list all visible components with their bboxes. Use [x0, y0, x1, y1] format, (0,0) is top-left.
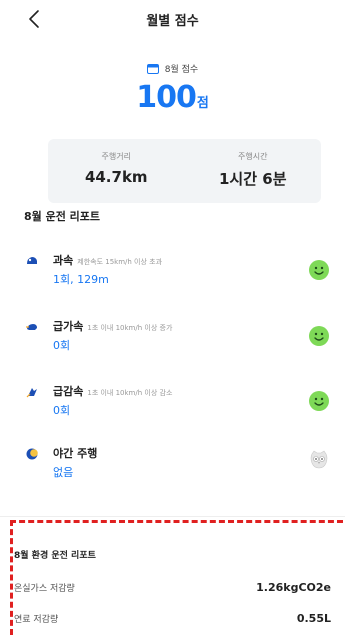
- report-item-night-driving[interactable]: 야간 주행 없음: [24, 445, 334, 505]
- deceleration-icon: [26, 388, 37, 398]
- distance-value: 44.7km: [84, 168, 148, 186]
- score-period-row: 8월 점수: [0, 62, 345, 75]
- distance-stat: 주행거리 44.7km: [48, 139, 185, 203]
- fuel-reduction-value: 0.55L: [296, 612, 331, 625]
- report-item-rapid-deceleration[interactable]: 급감속 1초 이내 10km/h 이상 감소 0회: [24, 383, 334, 443]
- ghg-reduction-value: 1.26kgCO2e: [256, 581, 331, 594]
- ghg-reduction-label: 온실가스 저감량: [14, 584, 75, 594]
- environment-row-ghg: 온실가스 저감량 1.26kgCO2e: [14, 581, 331, 594]
- item-description: 1초 이내 10km/h 이상 감소: [87, 389, 173, 397]
- item-description: 제한속도 15km/h 이상 초과: [77, 258, 163, 266]
- item-value: 0회: [53, 404, 71, 417]
- item-title: 야간 주행: [53, 447, 98, 460]
- item-title: 과속: [53, 254, 74, 267]
- acceleration-icon: [26, 324, 37, 330]
- moon-icon: [26, 448, 38, 460]
- report-title: 8월 운전 리포트: [24, 210, 101, 223]
- driving-stats-card: 주행거리 44.7km 주행시간 1시간 6분: [48, 139, 321, 203]
- happy-face-icon[interactable]: [309, 391, 329, 411]
- distance-label: 주행거리: [101, 152, 131, 161]
- item-value: 0회: [53, 339, 71, 352]
- item-value: 1회, 129m: [53, 273, 109, 286]
- header: 월별 점수: [0, 0, 345, 38]
- monthly-score: 100점: [0, 80, 345, 115]
- time-stat: 주행시간 1시간 6분: [185, 139, 322, 203]
- owl-face-icon[interactable]: [309, 449, 329, 469]
- item-title: 급감속: [53, 385, 84, 398]
- report-item-rapid-acceleration[interactable]: 급가속 1초 이내 10km/h 이상 증가 0회: [24, 318, 334, 378]
- score-period-label: 8월 점수: [164, 65, 199, 75]
- environment-report-title: 8월 환경 운전 리포트: [14, 551, 96, 561]
- speed-icon: [27, 257, 37, 264]
- time-value: 1시간 6분: [219, 170, 287, 188]
- environment-row-fuel: 연료 저감량 0.55L: [14, 612, 331, 625]
- page-title: 월별 점수: [146, 14, 199, 29]
- happy-face-icon[interactable]: [309, 260, 329, 280]
- time-label: 주행시간: [238, 152, 268, 161]
- fuel-reduction-label: 연료 저감량: [14, 615, 59, 625]
- item-title: 급가속: [53, 320, 84, 333]
- score-unit: 점: [196, 96, 209, 111]
- happy-face-icon[interactable]: [309, 326, 329, 346]
- section-divider: [0, 516, 345, 517]
- score-value: 100: [136, 80, 197, 115]
- report-item-speeding[interactable]: 과속 제한속도 15km/h 이상 초과 1회, 129m: [24, 252, 334, 312]
- item-value: 없음: [53, 466, 74, 479]
- calendar-icon: [146, 64, 159, 74]
- item-description: 1초 이내 10km/h 이상 증가: [87, 324, 173, 332]
